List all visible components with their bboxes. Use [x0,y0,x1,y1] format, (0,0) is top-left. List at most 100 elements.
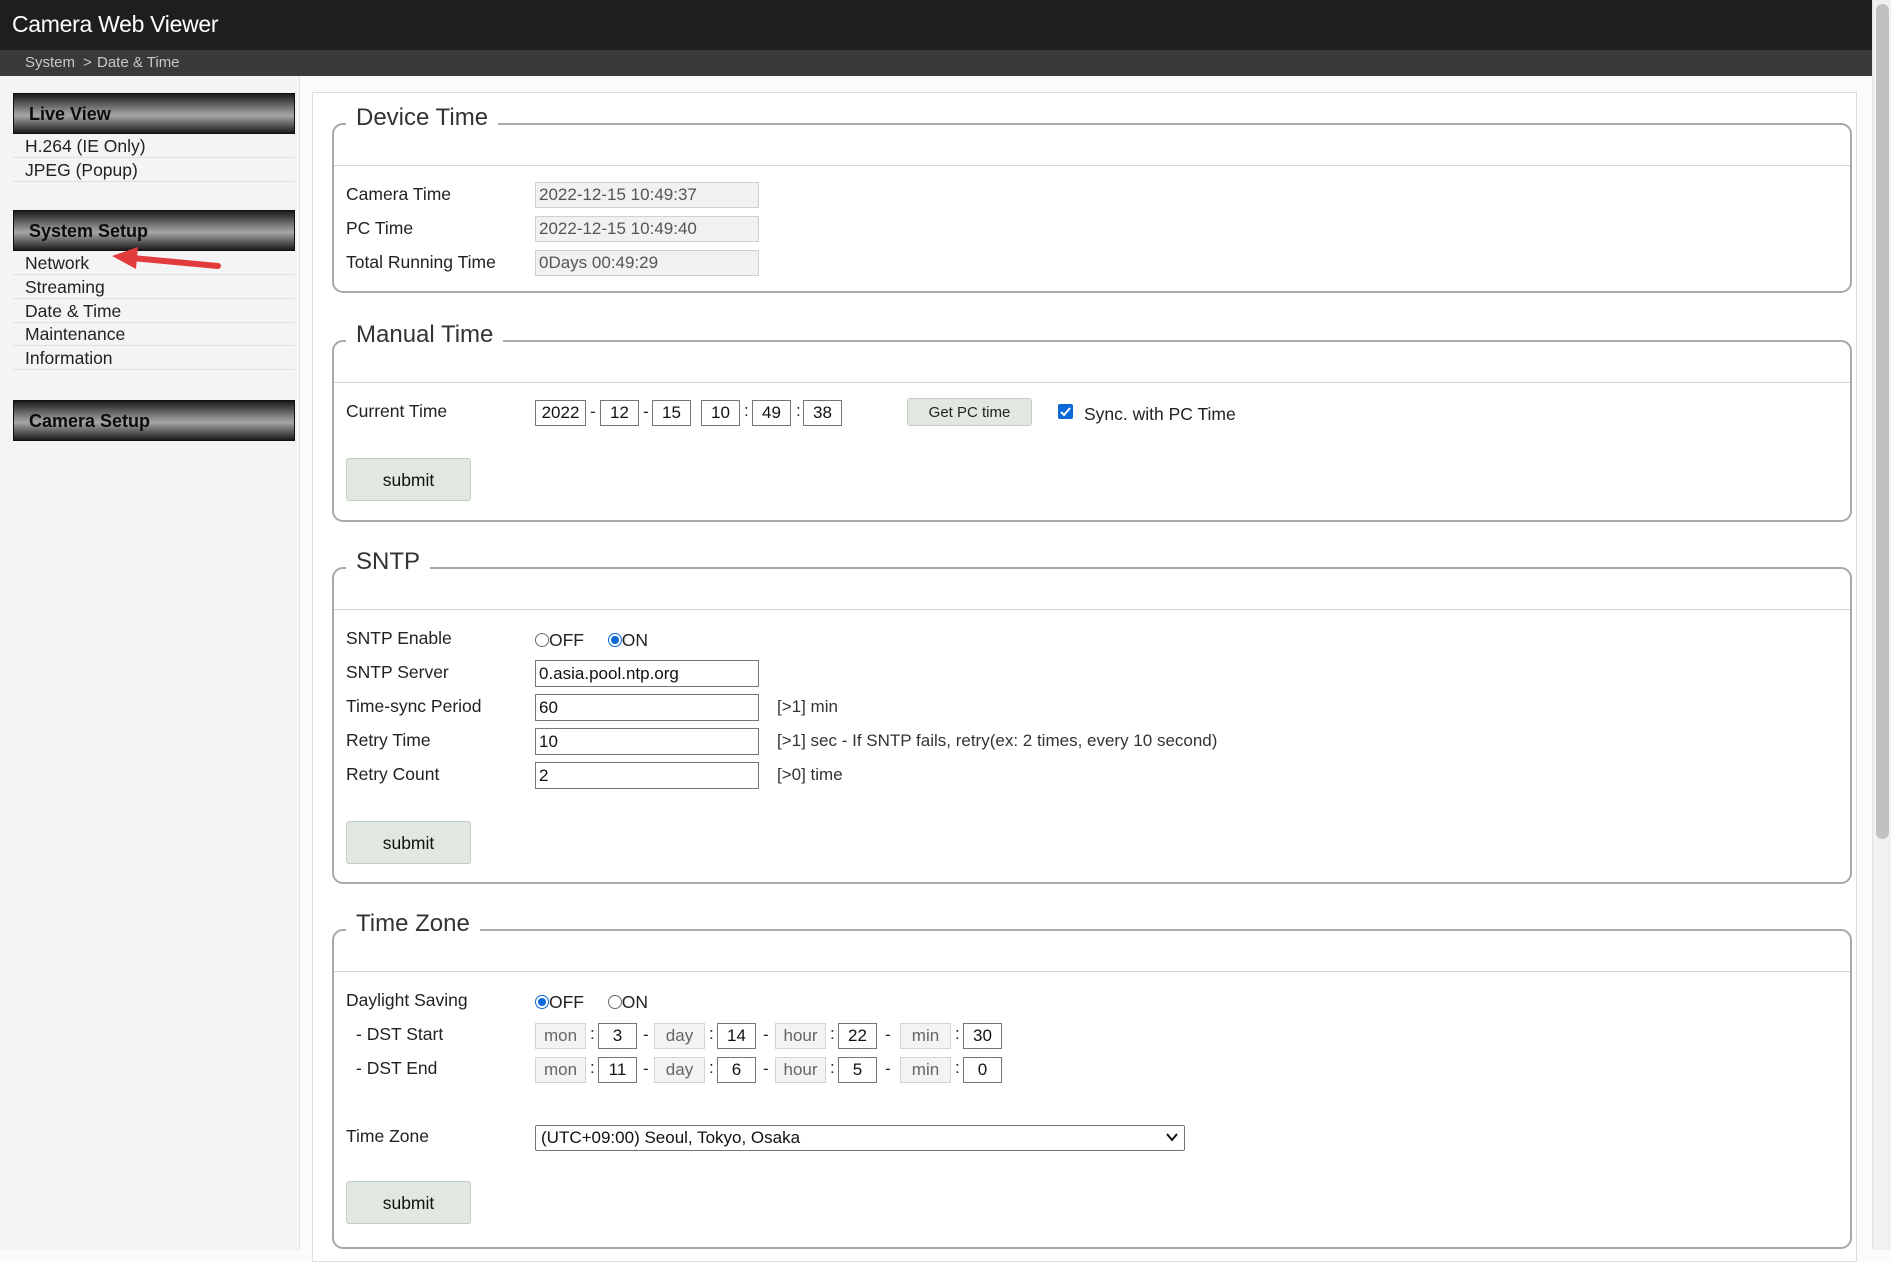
camera-time-label: Camera Time [346,184,452,204]
sntp-title: SNTP [346,545,431,579]
breadcrumb-separator: > [83,54,92,71]
dst-end-mon-unit: mon [535,1057,586,1083]
main-content: Device Time Camera Time 2022-12-15 10:49… [312,92,1857,1262]
sync-pc-time-label: Sync. with PC Time [1084,404,1236,424]
sntp-on-radio[interactable] [607,633,622,647]
dst-end-day-input[interactable]: 6 [717,1057,756,1083]
current-time-label: Current Time [346,401,448,421]
dst-on-radio[interactable] [607,995,622,1009]
manual-time-panel: Manual Time Current Time 2022 - 12 - 15 … [332,318,1852,522]
time-sync-period-label: Time-sync Period [346,696,482,716]
menu-header-live-view[interactable]: Live View [13,93,295,134]
date-separator: - [885,1059,891,1078]
dst-end-mon-input[interactable]: 11 [598,1057,637,1083]
dst-start-mon-unit: mon [535,1023,586,1049]
day-input[interactable]: 15 [652,400,691,426]
divider [334,165,1850,166]
dst-end-label: - DST End [356,1058,438,1078]
hour-input[interactable]: 10 [701,400,740,426]
breadcrumb-root[interactable]: System [25,54,75,71]
time-zone-panel: Time Zone Daylight Saving OFF ON - DST S… [332,907,1852,1249]
time-separator: : [796,401,801,420]
date-separator: - [643,1025,649,1044]
checkmark-icon [1060,407,1071,417]
running-time-value: 0Days 00:49:29 [535,250,759,276]
year-input[interactable]: 2022 [535,400,586,426]
sidebar-item-streaming[interactable]: Streaming [13,275,295,299]
retry-count-input[interactable]: 2 [535,762,759,789]
time-separator: : [590,1024,595,1043]
sntp-server-label: SNTP Server [346,662,449,682]
sntp-on-label: ON [621,630,648,650]
breadcrumb: System > Date & Time [0,50,1872,76]
time-separator: : [590,1058,595,1077]
time-zone-submit-button[interactable]: submit [346,1181,471,1224]
sntp-off-radio[interactable] [535,633,549,647]
time-separator: : [709,1024,714,1043]
dst-on-label: ON [621,992,648,1012]
page-scrollbar[interactable] [1872,0,1891,1250]
dst-off-label: OFF [549,992,584,1012]
sidebar-item-maintenance[interactable]: Maintenance [13,322,295,346]
sidebar-item-jpeg[interactable]: JPEG (Popup) [13,158,295,182]
date-separator: - [885,1025,891,1044]
sidebar-item-date-time[interactable]: Date & Time [13,299,295,323]
retry-time-input[interactable]: 10 [535,728,759,755]
dst-end-min-input[interactable]: 0 [963,1057,1002,1083]
time-zone-select[interactable]: (UTC+09:00) Seoul, Tokyo, Osaka [535,1125,1185,1151]
sidebar-item-information[interactable]: Information [13,346,295,370]
dst-start-mon-input[interactable]: 3 [598,1023,637,1049]
date-separator: - [643,402,649,421]
minute-input[interactable]: 49 [752,400,791,426]
menu-header-system-setup[interactable]: System Setup [13,210,295,251]
time-zone-selected-value: (UTC+09:00) Seoul, Tokyo, Osaka [541,1128,801,1147]
dst-start-day-unit: day [654,1023,705,1049]
sntp-panel: SNTP SNTP Enable OFF ON SNTP Server 0.as… [332,545,1852,884]
app-title: Camera Web Viewer [12,11,219,37]
get-pc-time-button[interactable]: Get PC time [907,398,1032,426]
second-input[interactable]: 38 [803,400,842,426]
red-arrow-annotation [112,247,221,269]
app-header: Camera Web Viewer [0,0,1872,50]
divider [334,609,1850,610]
dst-start-hour-input[interactable]: 22 [838,1023,877,1049]
dst-start-label: - DST Start [356,1024,444,1044]
dst-end-day-unit: day [654,1057,705,1083]
sntp-submit-button[interactable]: submit [346,821,471,864]
sntp-enable-label: SNTP Enable [346,628,452,648]
dst-off-radio[interactable] [535,995,549,1009]
time-separator: : [830,1024,835,1043]
date-separator: - [763,1025,769,1044]
sync-pc-time-checkbox[interactable] [1058,404,1073,419]
dst-end-hour-input[interactable]: 5 [838,1057,877,1083]
manual-time-submit-button[interactable]: submit [346,458,471,501]
time-zone-label: Time Zone [346,1126,429,1146]
dst-start-min-input[interactable]: 30 [963,1023,1002,1049]
sntp-server-input[interactable]: 0.asia.pool.ntp.org [535,660,759,687]
camera-time-value: 2022-12-15 10:49:37 [535,182,759,208]
date-separator: - [590,402,596,421]
dst-start-day-input[interactable]: 14 [717,1023,756,1049]
pc-time-value: 2022-12-15 10:49:40 [535,216,759,242]
time-separator: : [830,1058,835,1077]
time-separator: : [709,1058,714,1077]
time-separator: : [955,1024,960,1043]
retry-count-label: Retry Count [346,764,440,784]
breadcrumb-current: Date & Time [97,54,180,71]
retry-count-hint: [>0] time [777,765,843,784]
month-input[interactable]: 12 [600,400,639,426]
time-sync-period-input[interactable]: 60 [535,694,759,721]
scrollbar-thumb[interactable] [1876,4,1889,839]
dst-end-min-unit: min [900,1057,951,1083]
chevron-down-icon [1166,1133,1178,1142]
pc-time-label: PC Time [346,218,414,238]
daylight-saving-radio-group: OFF ON [535,992,648,1013]
sntp-enable-radio-group: OFF ON [535,630,648,651]
divider [334,382,1850,383]
date-separator: - [763,1059,769,1078]
device-time-title: Device Time [346,101,499,135]
dst-end-hour-unit: hour [775,1057,826,1083]
sidebar-item-h264[interactable]: H.264 (IE Only) [13,134,295,158]
menu-header-camera-setup[interactable]: Camera Setup [13,400,295,441]
time-sync-period-hint: [>1] min [777,697,838,716]
